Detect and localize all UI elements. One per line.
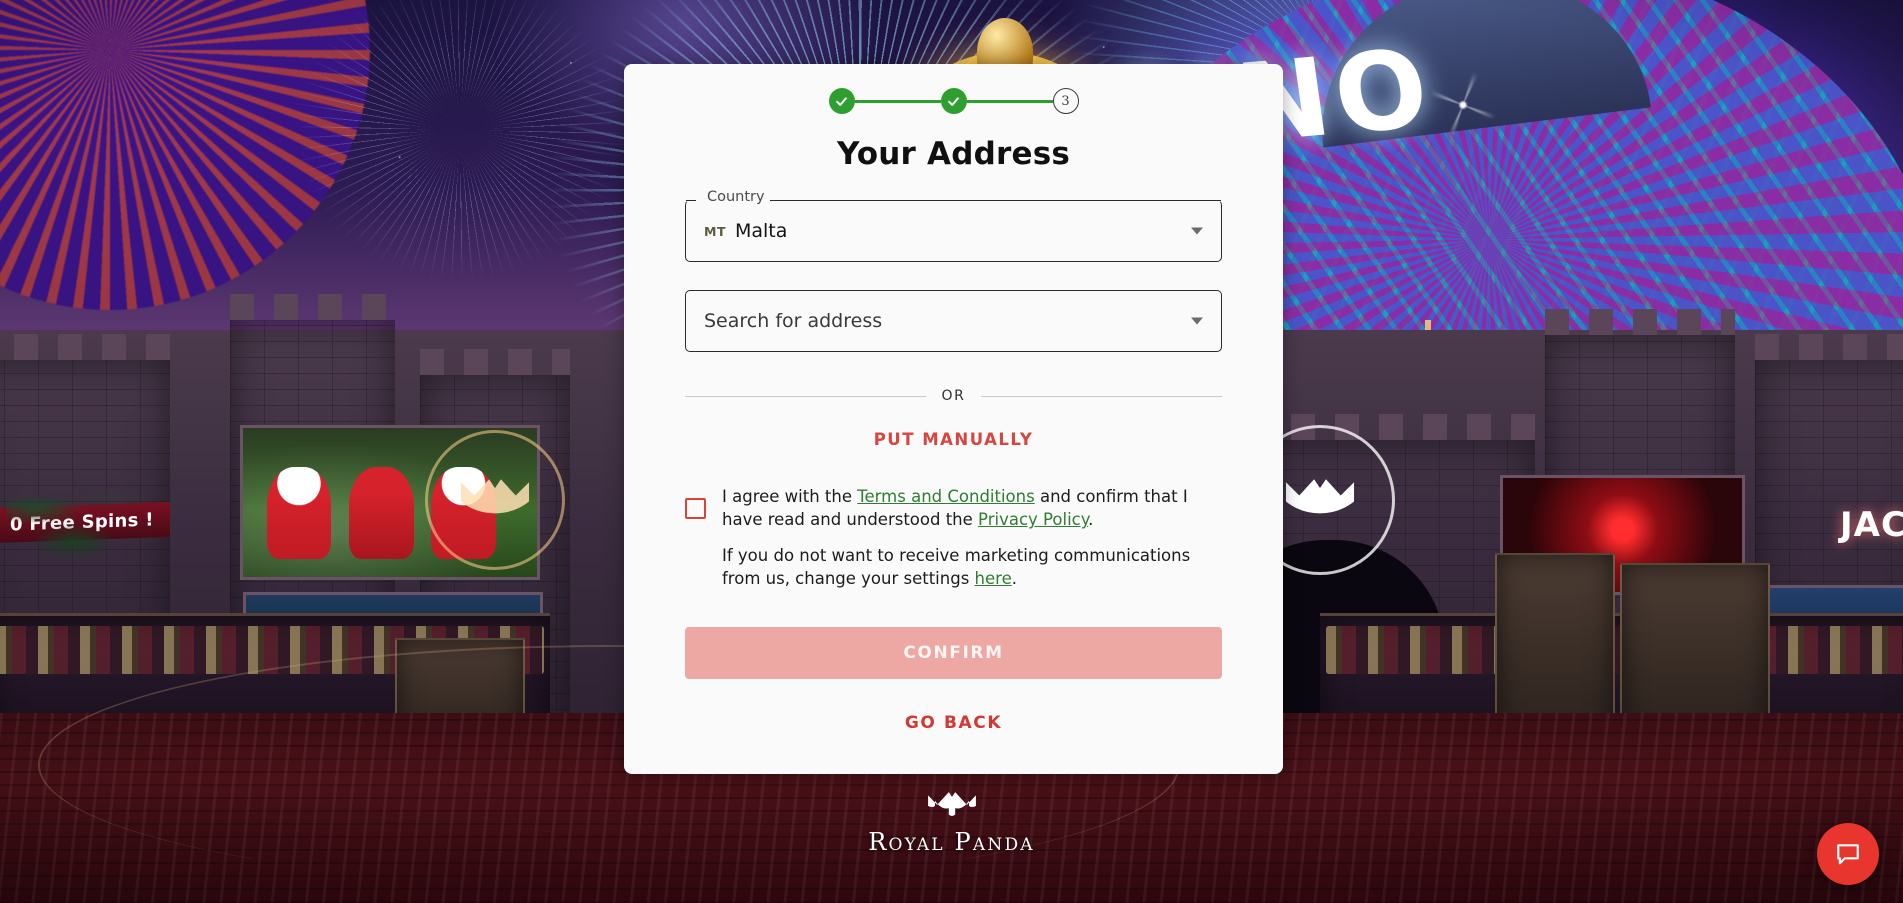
address-search-placeholder: Search for address xyxy=(704,310,883,332)
country-select[interactable]: Country MT Malta xyxy=(685,190,1222,262)
terms-checkbox[interactable] xyxy=(685,498,706,519)
stepper-step-3[interactable]: 3 xyxy=(1052,88,1079,114)
progress-stepper: 3 xyxy=(685,64,1222,114)
divider-line-right xyxy=(981,395,1223,397)
or-divider: OR xyxy=(685,388,1223,404)
country-code-flag: MT xyxy=(704,223,726,239)
terms-text: I agree with the Terms and Conditions an… xyxy=(722,485,1222,591)
chevron-down-icon[interactable] xyxy=(1191,317,1203,325)
marketing-text-part-1: If you do not want to receive marketing … xyxy=(722,545,1191,589)
country-name: Malta xyxy=(734,220,788,242)
check-icon xyxy=(948,96,959,106)
stepper-step-2[interactable] xyxy=(940,88,967,114)
crown-icon xyxy=(927,792,976,817)
address-search-select[interactable]: Search for address xyxy=(685,290,1222,352)
chevron-down-icon[interactable] xyxy=(1191,227,1203,235)
go-back-button[interactable]: GO BACK xyxy=(685,713,1222,733)
settings-here-link[interactable]: here xyxy=(975,569,1012,588)
royal-panda-footer-logo: Royal Panda xyxy=(0,790,1903,856)
terms-and-conditions-link[interactable]: Terms and Conditions xyxy=(857,487,1034,506)
divider-line-left xyxy=(685,395,926,397)
marketing-text-part-2: . xyxy=(1011,569,1017,589)
privacy-policy-link[interactable]: Privacy Policy xyxy=(978,510,1088,529)
check-icon xyxy=(836,96,847,106)
registration-card: 3 Your Address Country MT Malta Search f… xyxy=(624,64,1283,774)
chat-bubble-icon xyxy=(1837,844,1859,865)
terms-text-part-1: I agree with the xyxy=(722,487,858,506)
put-manually-button[interactable]: PUT MANUALLY xyxy=(685,430,1222,449)
country-label: Country xyxy=(707,189,765,205)
chat-widget-button[interactable] xyxy=(1817,823,1879,885)
brand-wordmark: Royal Panda xyxy=(868,828,1035,856)
page-title: Your Address xyxy=(836,136,1071,172)
country-value: MT Malta xyxy=(704,220,787,242)
terms-paragraph-2: If you do not want to receive marketing … xyxy=(722,544,1222,591)
stepper-connector-2 xyxy=(966,99,1053,103)
stepper-step-1[interactable] xyxy=(828,88,855,114)
terms-text-part-3: . xyxy=(1088,510,1094,530)
confirm-button[interactable]: CONFIRM xyxy=(685,626,1222,679)
stepper-connector-1 xyxy=(854,99,941,103)
terms-agreement: I agree with the Terms and Conditions an… xyxy=(685,485,1222,591)
terms-paragraph-1: I agree with the Terms and Conditions an… xyxy=(722,485,1222,532)
or-label: OR xyxy=(941,388,966,404)
